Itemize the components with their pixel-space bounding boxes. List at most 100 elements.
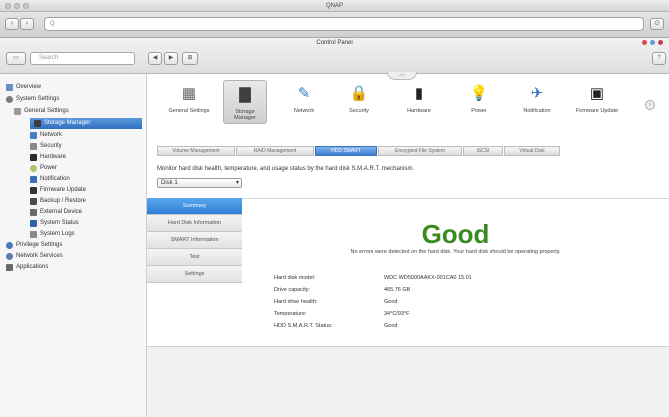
satellite-icon: ✈ <box>530 85 544 102</box>
summary-panel: Good No errors were detected on the hard… <box>242 198 669 346</box>
tab-iscsi[interactable]: iSCSI <box>463 146 503 156</box>
tab-volume-management[interactable]: Volume Management <box>157 146 235 156</box>
url-field[interactable]: Q <box>44 17 644 31</box>
window-title: QNAP <box>325 3 343 9</box>
smart-side-tabs: Summary Hard Disk Information SMART Info… <box>147 198 242 283</box>
minimize-window-icon[interactable] <box>14 3 20 9</box>
backup-icon <box>30 198 37 205</box>
tab-virtual-disk[interactable]: Virtual Disk <box>504 146 560 156</box>
sidebar-item-general-settings[interactable]: General Settings <box>14 106 69 117</box>
general-settings-icon <box>14 108 21 115</box>
page-description: Monitor hard disk health, temperature, a… <box>157 166 415 172</box>
reader-button[interactable]: ⊙ <box>650 18 664 30</box>
applications-icon <box>6 264 13 271</box>
storage-manager-icon <box>34 120 41 127</box>
side-tab-hard-disk-information[interactable]: Hard Disk Information <box>147 215 242 232</box>
detail-row: Hard drive health: Good <box>274 299 398 305</box>
tab-hdd-smart[interactable]: HDD SMART <box>315 146 377 156</box>
close-window-icon[interactable] <box>5 3 11 9</box>
search-input[interactable]: Search <box>30 52 135 65</box>
sidebar-item-external-device[interactable]: External Device <box>30 207 82 218</box>
search-placeholder: Search <box>39 55 59 61</box>
app-window-controls[interactable] <box>642 40 663 45</box>
sidebar-item-privilege-settings[interactable]: Privilege Settings <box>6 240 62 251</box>
detail-row: Temperature: 34°C/93°F <box>274 311 410 317</box>
window-titlebar: QNAP <box>0 0 669 12</box>
app-network[interactable]: ✎ Network <box>282 84 326 114</box>
sidebar-item-backup-restore[interactable]: Backup / Restore <box>30 196 86 207</box>
app-power[interactable]: 💡 Power <box>457 84 501 114</box>
back-button[interactable]: ‹ <box>5 18 19 30</box>
app-forward-button[interactable]: ▶ <box>164 52 178 65</box>
app-general-settings[interactable]: ▦ General Settings <box>167 84 211 114</box>
sidebar-item-power[interactable]: Power <box>30 163 57 174</box>
app-security[interactable]: 🔒 Security <box>337 84 381 114</box>
sidebar: Overview System Settings General Setting… <box>0 74 147 417</box>
sidebar-item-applications[interactable]: Applications <box>6 262 48 273</box>
app-maximize-icon[interactable] <box>658 40 663 45</box>
network-icon <box>30 132 37 139</box>
firmware-update-icon <box>30 187 37 194</box>
sidebar-item-storage-manager[interactable]: Storage Manager <box>30 118 142 129</box>
tab-bar: Volume Management RAID Management HDD SM… <box>157 146 597 156</box>
side-tab-test[interactable]: Test <box>147 249 242 266</box>
window-controls[interactable] <box>5 3 29 9</box>
sidebar-item-hardware[interactable]: Hardware <box>30 152 66 163</box>
forward-button[interactable]: › <box>20 18 34 30</box>
main-content: ︿ ▦ General Settings ▇ Storage Manager ✎ Ne… <box>147 72 669 417</box>
system-logs-icon <box>30 231 37 238</box>
app-help-button[interactable]: ? <box>652 52 666 65</box>
sidebar-item-security[interactable]: Security <box>30 141 62 152</box>
sidebar-toggle-button[interactable]: ▭ <box>6 52 26 65</box>
browser-toolbar: ‹ › Q ⊙ <box>0 12 669 38</box>
scroll-apps-icon[interactable]: › <box>645 100 655 110</box>
sidebar-item-system-logs[interactable]: System Logs <box>30 229 75 240</box>
side-tab-summary[interactable]: Summary <box>147 198 242 215</box>
status-headline: Good <box>421 219 490 249</box>
system-status-icon <box>30 220 37 227</box>
detail-row: Hard disk model: WDC WD5000AAKX-001CA0 15… <box>274 275 472 281</box>
sidebar-item-network[interactable]: Network <box>30 130 62 141</box>
app-firmware-update[interactable]: ▣ Firmware Update <box>575 84 619 114</box>
url-text: Q <box>50 21 55 27</box>
detail-row: HDD S.M.A.R.T. Status: Good <box>274 323 398 329</box>
app-header: Control Panel ▭ Search ◀ ▶ ⊞ ? <box>0 38 669 74</box>
status-message: No errors were detected on the hard disk… <box>350 249 561 255</box>
app-title: Control Panel <box>316 40 353 46</box>
storage-manager-icon: ▇ <box>239 86 251 103</box>
disk-select-value: Disk 1 <box>161 180 178 186</box>
grid-view-button[interactable]: ⊞ <box>182 52 198 65</box>
app-close-icon[interactable] <box>642 40 647 45</box>
tab-raid-management[interactable]: RAID Management <box>236 146 314 156</box>
sidebar-item-firmware-update[interactable]: Firmware Update <box>30 185 86 196</box>
tab-encrypted-file-system[interactable]: Encrypted File System <box>378 146 462 156</box>
app-minimize-icon[interactable] <box>650 40 655 45</box>
app-storage-manager[interactable]: ▇ Storage Manager <box>223 80 267 124</box>
side-tab-smart-information[interactable]: SMART Information <box>147 232 242 249</box>
zoom-window-icon[interactable] <box>23 3 29 9</box>
sidebar-item-notification[interactable]: Notification <box>30 174 70 185</box>
firmware-icon: ▣ <box>589 85 605 102</box>
hardware-icon <box>30 154 37 161</box>
app-notification[interactable]: ✈ Notification <box>515 84 559 114</box>
overview-icon <box>6 84 13 91</box>
network-icon: ✎ <box>297 85 311 102</box>
notification-icon <box>30 176 37 183</box>
system-settings-icon <box>6 96 13 103</box>
sidebar-item-overview[interactable]: Overview <box>6 82 41 93</box>
network-services-icon <box>6 253 13 260</box>
collapse-icon-row-button[interactable]: ︿ <box>387 72 417 80</box>
lock-icon: 🔒 <box>349 85 369 102</box>
app-back-button[interactable]: ◀ <box>148 52 162 65</box>
disk-select[interactable]: Disk 1 ▾ <box>157 178 242 188</box>
app-hardware[interactable]: ▮ Hardware <box>397 84 441 114</box>
footer-area <box>147 346 669 417</box>
privilege-icon <box>6 242 13 249</box>
sidebar-item-system-status[interactable]: System Status <box>30 218 79 229</box>
sidebar-item-network-services[interactable]: Network Services <box>6 251 63 262</box>
sidebar-item-system-settings[interactable]: System Settings <box>6 94 59 105</box>
side-tab-settings[interactable]: Settings <box>147 266 242 283</box>
general-settings-icon: ▦ <box>181 85 197 102</box>
detail-row: Drive capacity: 465.76 GB <box>274 287 411 293</box>
external-device-icon <box>30 209 37 216</box>
